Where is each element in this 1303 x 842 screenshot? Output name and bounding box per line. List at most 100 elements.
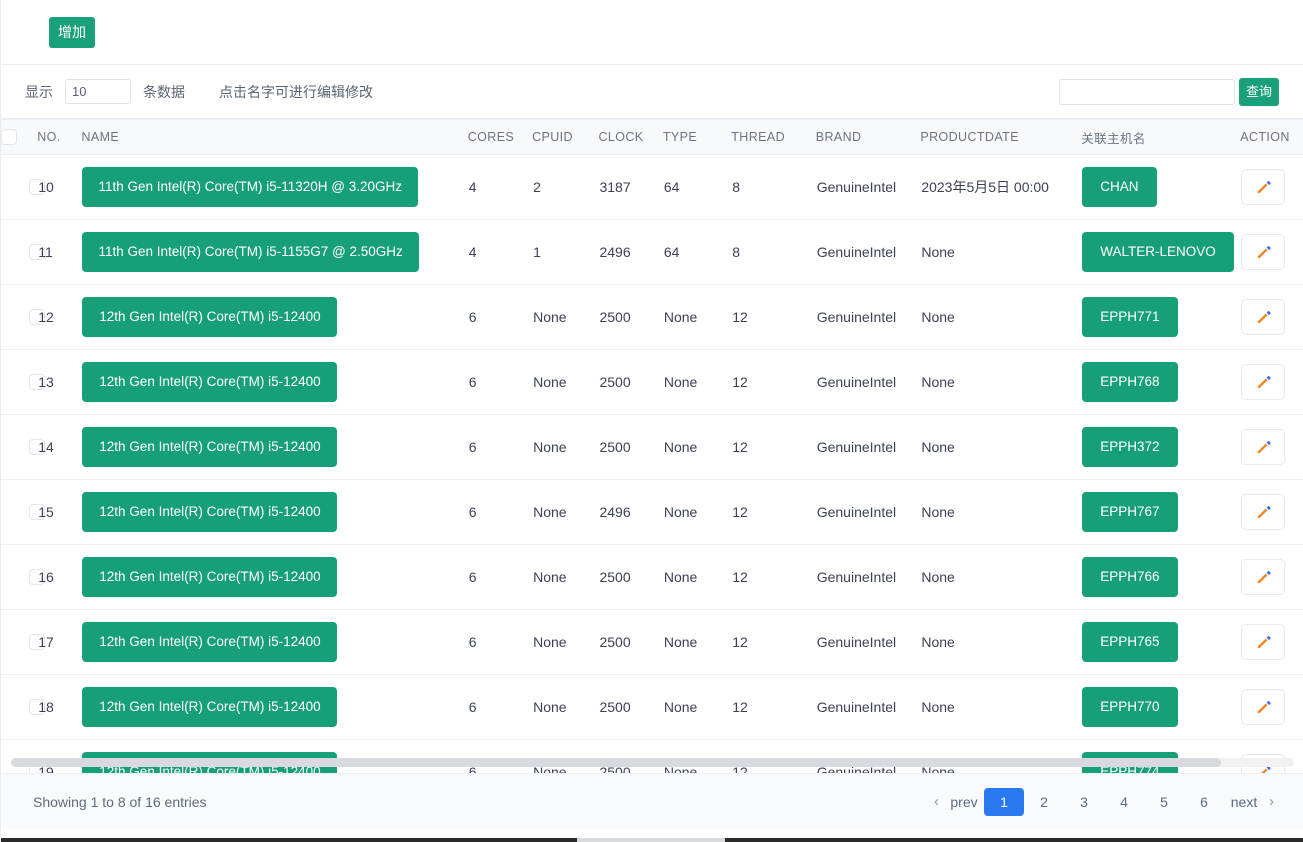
- cell-action: [1240, 219, 1303, 285]
- edit-row-button[interactable]: [1241, 169, 1286, 205]
- edit-icon-glyph: [1257, 180, 1271, 193]
- cell-productdate: None: [920, 609, 1082, 675]
- cell-action: [1240, 349, 1303, 415]
- header-action[interactable]: ACTION: [1240, 119, 1303, 155]
- cell-name: 12th Gen Intel(R) Core(TM) i5-12400: [81, 479, 468, 545]
- select-all-checkbox[interactable]: [1, 129, 17, 145]
- header-productdate[interactable]: PRODUCTDATE: [920, 119, 1082, 155]
- edit-row-button[interactable]: [1241, 689, 1286, 725]
- cpu-name-badge[interactable]: 12th Gen Intel(R) Core(TM) i5-12400: [82, 492, 338, 532]
- cpu-name-badge[interactable]: 12th Gen Intel(R) Core(TM) i5-12400: [82, 362, 338, 402]
- hostname-badge[interactable]: CHAN: [1082, 167, 1157, 207]
- cell-clock: 2496: [598, 479, 663, 545]
- pagination-page-6[interactable]: 6: [1184, 788, 1224, 816]
- hostname-badge[interactable]: EPPH770: [1082, 687, 1178, 727]
- edit-row-button[interactable]: [1241, 559, 1286, 595]
- cell-no: 10: [37, 154, 82, 220]
- horizontal-scrollbar[interactable]: [11, 758, 1294, 767]
- cpu-table: NO. NAME CORES CPUID CLOCK TYPE THREAD B…: [1, 119, 1303, 773]
- cell-type: None: [662, 544, 732, 610]
- cpu-name-badge[interactable]: 11th Gen Intel(R) Core(TM) i5-11320H @ 3…: [82, 167, 419, 207]
- cell-clock: 2500: [598, 349, 663, 415]
- cpu-name-badge[interactable]: 12th Gen Intel(R) Core(TM) i5-12400: [82, 427, 338, 467]
- hostname-badge[interactable]: WALTER-LENOVO: [1082, 232, 1234, 272]
- showing-entries-text: Showing 1 to 8 of 16 entries: [33, 793, 207, 810]
- pagination-next-arrow[interactable]: ›: [1264, 788, 1279, 816]
- edit-row-button[interactable]: [1241, 429, 1286, 465]
- pagination-page-4[interactable]: 4: [1104, 788, 1144, 816]
- pagination-page-3[interactable]: 3: [1064, 788, 1104, 816]
- table-scroll-container[interactable]: NO. NAME CORES CPUID CLOCK TYPE THREAD B…: [1, 119, 1303, 773]
- edit-row-button[interactable]: [1241, 494, 1286, 530]
- pagination-page-2[interactable]: 2: [1024, 788, 1064, 816]
- header-select-all: [1, 119, 38, 155]
- cpu-name-badge[interactable]: 12th Gen Intel(R) Core(TM) i5-12400: [82, 687, 338, 727]
- header-thread[interactable]: THREAD: [731, 119, 816, 155]
- cell-type: 64: [662, 219, 732, 285]
- header-cpuid[interactable]: CPUID: [532, 119, 599, 155]
- cell-type: None: [662, 349, 732, 415]
- page-length-input[interactable]: [65, 79, 131, 104]
- cpu-name-badge[interactable]: 12th Gen Intel(R) Core(TM) i5-12400: [82, 557, 338, 597]
- edit-row-button[interactable]: [1241, 234, 1286, 270]
- cell-hostname: EPPH767: [1081, 479, 1241, 545]
- cell-productdate: None: [920, 674, 1082, 740]
- hostname-badge[interactable]: EPPH372: [1082, 427, 1178, 467]
- edit-hint: 点击名字可进行编辑修改: [219, 83, 373, 100]
- pagination-next[interactable]: next: [1224, 788, 1264, 816]
- edit-row-button[interactable]: [1241, 299, 1286, 335]
- add-button[interactable]: 增加: [49, 16, 95, 48]
- header-name[interactable]: NAME: [81, 119, 468, 155]
- cpu-name-badge[interactable]: 11th Gen Intel(R) Core(TM) i5-1155G7 @ 2…: [82, 232, 419, 272]
- search-input[interactable]: [1058, 78, 1235, 105]
- cell-cores: 6: [467, 739, 533, 773]
- window-bottom-scrollbar[interactable]: [1, 838, 1303, 842]
- cell-thread: 12: [731, 414, 816, 480]
- cell-cores: 4: [467, 219, 533, 285]
- pagination-page-5[interactable]: 5: [1144, 788, 1184, 816]
- hostname-badge[interactable]: EPPH768: [1082, 362, 1178, 402]
- pagination: ‹ prev 1 2 3 4 5 6 next ›: [929, 787, 1279, 816]
- header-type[interactable]: TYPE: [662, 119, 732, 155]
- cell-cpuid: None: [532, 739, 599, 773]
- pagination-prev[interactable]: prev: [944, 788, 984, 816]
- cpu-name-badge[interactable]: 12th Gen Intel(R) Core(TM) i5-12400: [82, 622, 338, 662]
- header-cores[interactable]: CORES: [467, 119, 533, 155]
- show-label: 显示: [25, 83, 53, 100]
- hostname-badge[interactable]: EPPH765: [1082, 622, 1178, 662]
- cell-cores: 6: [467, 349, 533, 415]
- hostname-badge[interactable]: EPPH771: [1082, 297, 1178, 337]
- edit-row-button[interactable]: [1241, 624, 1286, 660]
- cell-thread: 12: [731, 349, 816, 415]
- cell-type: None: [662, 479, 732, 545]
- row-select-cell: [1, 609, 45, 675]
- cell-thread: 12: [731, 479, 816, 545]
- header-clock[interactable]: CLOCK: [598, 119, 663, 155]
- window-bottom-scrollbar-thumb[interactable]: [577, 838, 725, 842]
- header-brand[interactable]: BRAND: [815, 119, 921, 155]
- cell-type: None: [662, 414, 732, 480]
- cell-type: None: [662, 609, 732, 675]
- cell-brand: GenuineIntel: [815, 609, 921, 675]
- cell-hostname: EPPH768: [1081, 349, 1241, 415]
- cpu-name-badge[interactable]: 12th Gen Intel(R) Core(TM) i5-12400: [82, 297, 338, 337]
- search-button[interactable]: 查询: [1238, 77, 1279, 106]
- header-no[interactable]: NO.: [37, 119, 82, 155]
- cell-cpuid: None: [532, 544, 599, 610]
- table-row: 14 12th Gen Intel(R) Core(TM) i5-12400 6 No…: [1, 414, 1303, 480]
- hostname-badge[interactable]: EPPH766: [1082, 557, 1178, 597]
- hostname-badge[interactable]: EPPH767: [1082, 492, 1178, 532]
- cell-no: 11: [37, 219, 82, 285]
- pagination-page-1[interactable]: 1: [984, 787, 1024, 816]
- cell-type: None: [662, 674, 732, 740]
- edit-icon-glyph: [1257, 245, 1271, 258]
- header-hostname[interactable]: 关联主机名: [1081, 119, 1241, 155]
- horizontal-scrollbar-thumb[interactable]: [11, 758, 1221, 767]
- cell-action: [1240, 154, 1303, 220]
- cell-type: 64: [662, 154, 732, 220]
- pagination-prev-arrow[interactable]: ‹: [929, 788, 944, 816]
- cell-action: [1240, 414, 1303, 480]
- cell-cpuid: 2: [532, 154, 599, 220]
- edit-row-button[interactable]: [1241, 364, 1286, 400]
- cell-action: [1240, 674, 1303, 740]
